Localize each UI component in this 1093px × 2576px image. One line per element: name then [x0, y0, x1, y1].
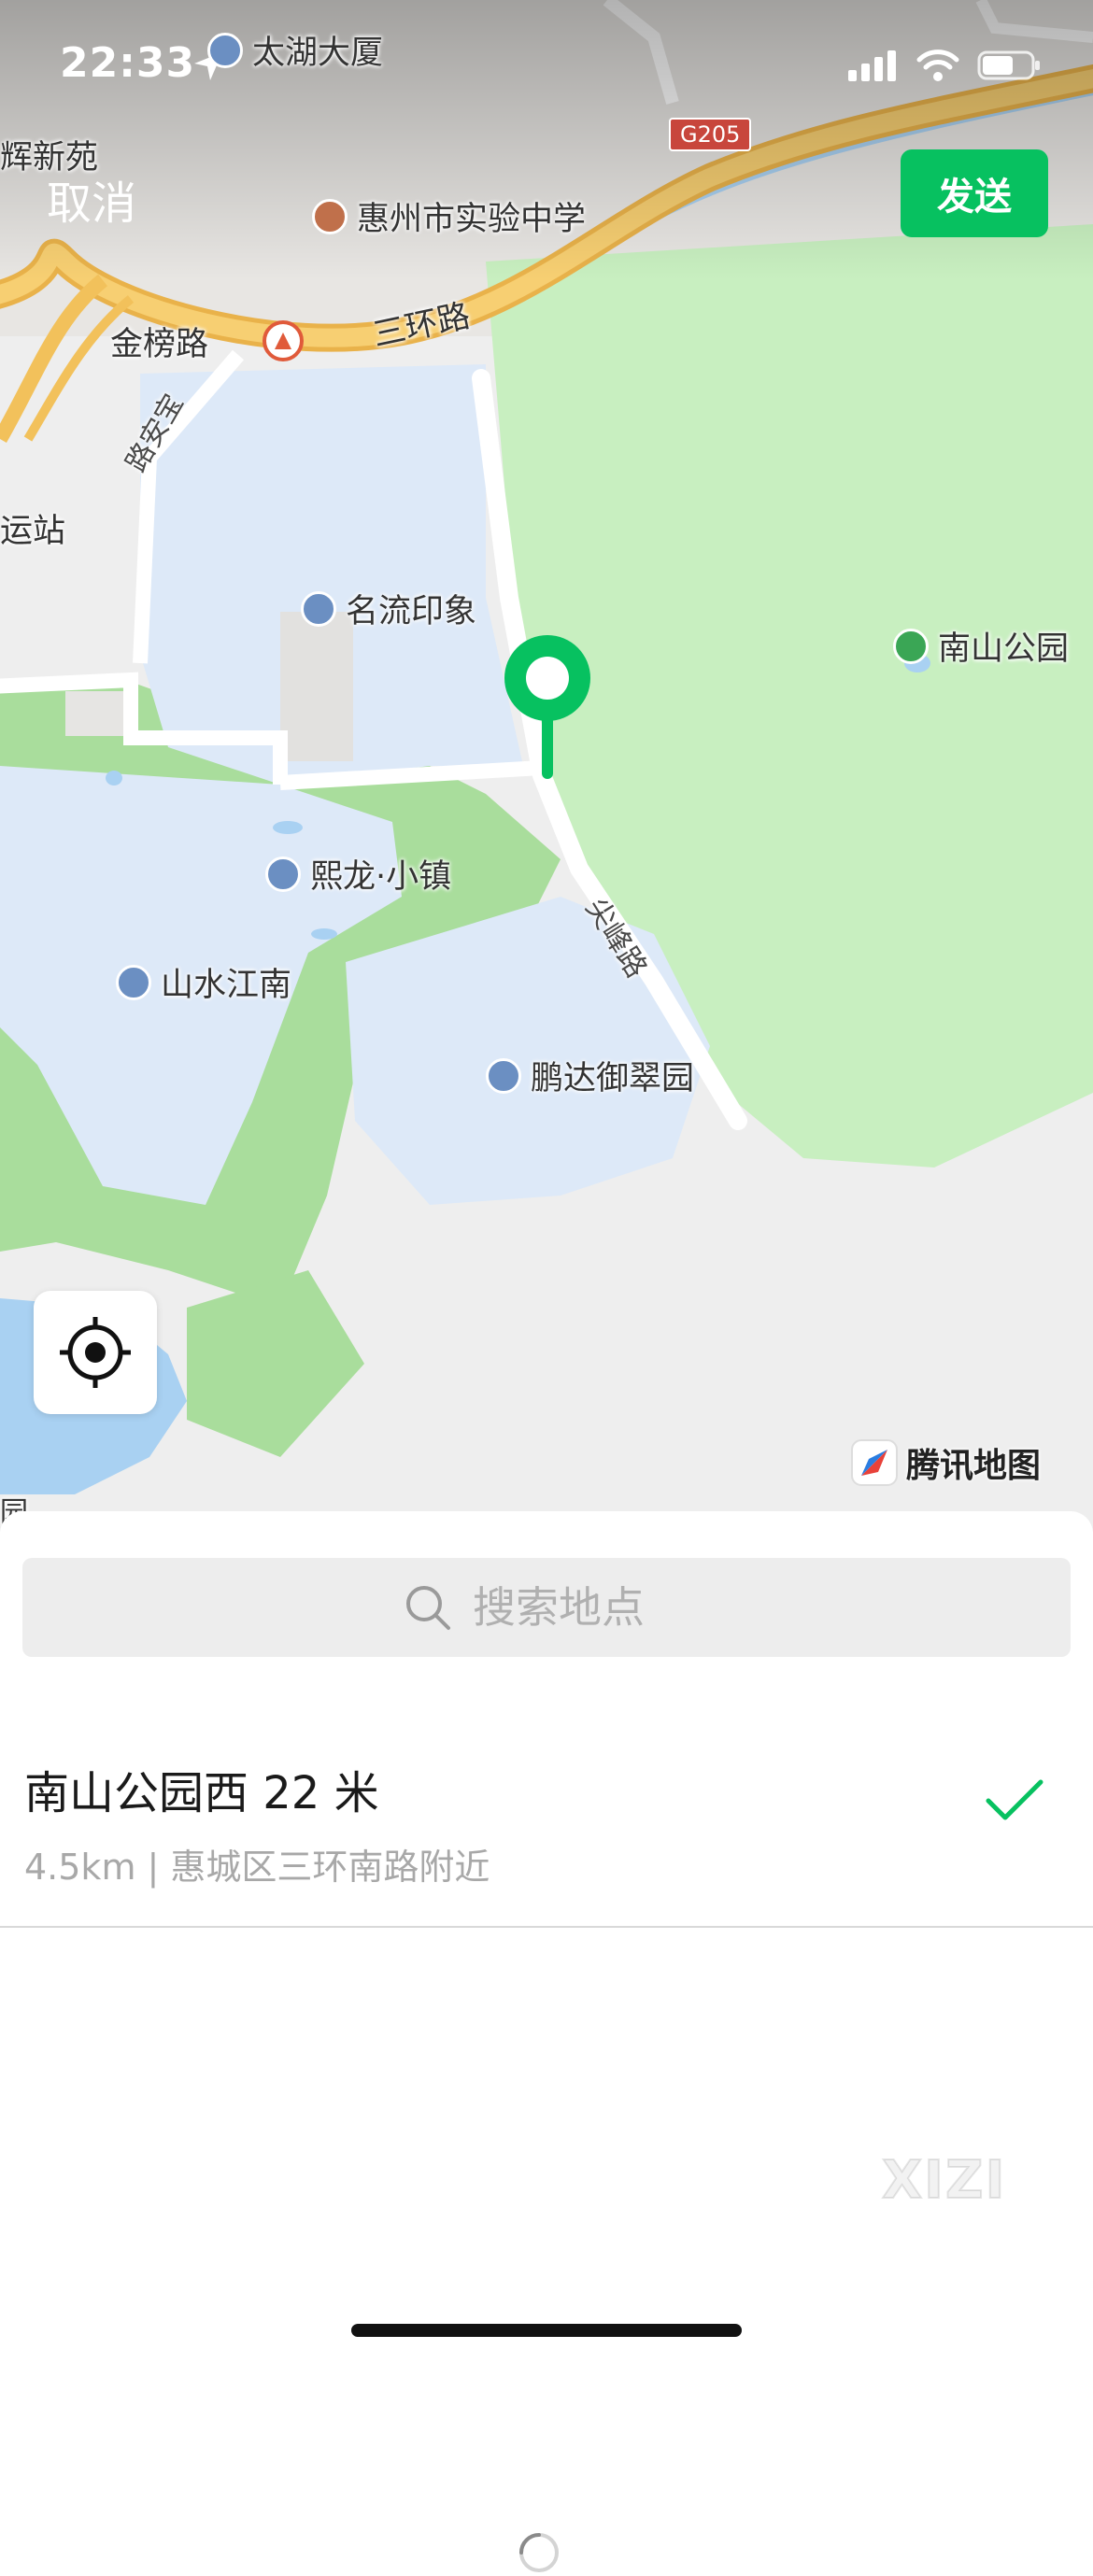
poi-pengda[interactable]: 鹏达御翠园: [486, 1052, 694, 1099]
poi-taihu-building[interactable]: 太湖大厦: [207, 26, 383, 74]
map-brand: 腾讯地图: [850, 1438, 1041, 1487]
poi-school[interactable]: 惠州市实验中学: [312, 192, 586, 240]
search-bar[interactable]: [22, 1558, 1071, 1657]
list-item-selected[interactable]: 南山公园西 22 米 4.5km | 惠城区三环南路附近: [0, 1717, 1093, 1928]
poi-nanshan-park[interactable]: 南山公园: [893, 622, 1069, 670]
school-icon: [312, 198, 348, 234]
result-address: 4.5km | 惠城区三环南路附近: [24, 1847, 490, 1888]
residential-icon: [116, 964, 151, 1000]
search-icon: [406, 1586, 450, 1630]
search-input[interactable]: [471, 1581, 689, 1634]
poi-xilong[interactable]: 熙龙·小镇: [265, 850, 451, 898]
poi-shanshui[interactable]: 山水江南: [116, 958, 291, 1006]
watermark: XIZI: [881, 2149, 1007, 2212]
tencent-map-logo: [851, 1439, 898, 1486]
status-icons: [848, 49, 1043, 82]
poi-mingliu[interactable]: 名流印象: [301, 585, 476, 632]
send-button[interactable]: 发送: [901, 149, 1048, 237]
battery-icon: [977, 50, 1040, 80]
park-tree-icon: [893, 628, 929, 664]
result-name: 南山公园西 22 米: [24, 1767, 379, 1819]
locate-me-button[interactable]: [34, 1291, 157, 1414]
checkmark-icon: [986, 1779, 1043, 1820]
crosshair-icon: [60, 1317, 131, 1388]
status-time: 22:33: [60, 39, 196, 87]
location-pin-icon[interactable]: [495, 631, 600, 781]
bottom-sheet: 南山公园西 22 米 4.5km | 惠城区三环南路附近: [0, 1511, 1093, 2572]
highway-shield: G205: [669, 118, 752, 151]
wifi-icon: [916, 50, 959, 81]
construction-icon: [263, 320, 304, 361]
residential-icon: [265, 856, 301, 892]
residential-icon: [486, 1057, 521, 1094]
label-huixinyuan: 辉新苑: [0, 139, 99, 177]
home-indicator: [351, 2324, 742, 2337]
residential-icon: [301, 590, 336, 627]
label-jinbang-road: 金榜路: [110, 326, 209, 363]
loading-spinner-icon: [519, 2533, 559, 2572]
map-view[interactable]: 22:33 取消 发送 太湖大厦 辉新苑 G205 惠州市实验中学 金榜路 三环…: [0, 0, 1093, 1532]
cellular-signal-icon: [848, 50, 896, 81]
label-station: 运站: [0, 513, 66, 550]
building-icon: [207, 32, 243, 68]
